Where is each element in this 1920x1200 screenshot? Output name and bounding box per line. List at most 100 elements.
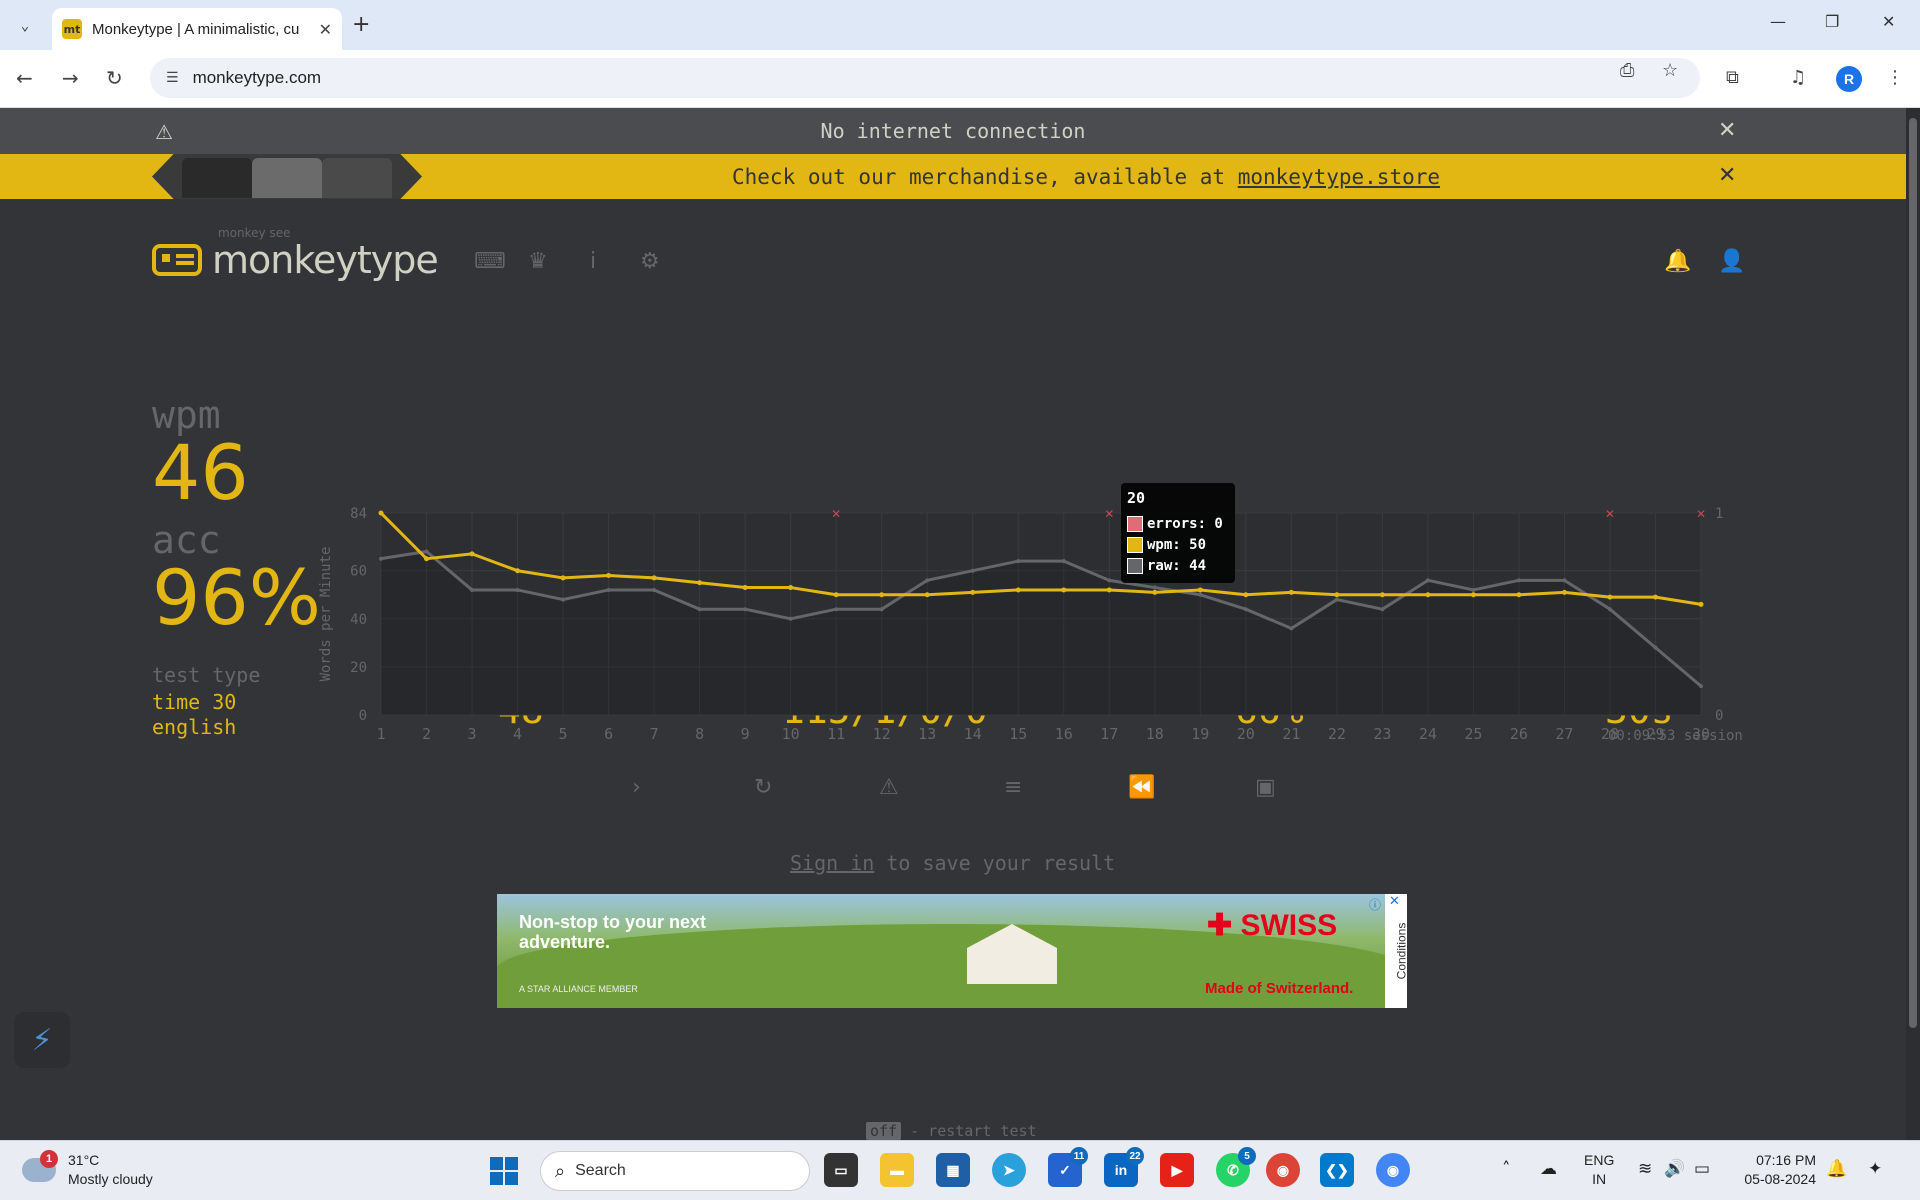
wpm-chart[interactable]: 1 2 3 4 5 6 7 8 9 10 11 12 13 14 15 16 17 18 19 20 21 22 23 24 2… bbox=[310, 493, 1740, 753]
whatsapp-icon[interactable]: ✆ 5 bbox=[1216, 1147, 1256, 1187]
todo-icon[interactable]: ✓ 11 bbox=[1048, 1147, 1088, 1187]
replay-icon[interactable]: ⏪ bbox=[1128, 775, 1155, 800]
x-tick-label: 3 bbox=[468, 725, 477, 743]
words-history-icon[interactable]: ≡ bbox=[1004, 775, 1022, 800]
ad-close-icon[interactable]: ✕ bbox=[1389, 894, 1400, 909]
raw-point bbox=[424, 549, 429, 554]
extensions-icon[interactable]: ⧉ bbox=[1726, 67, 1739, 88]
notification-bell-icon[interactable]: 🔔 bbox=[1826, 1159, 1847, 1179]
address-bar[interactable]: ☰ monkeytype.com bbox=[150, 58, 1700, 98]
crown-icon[interactable]: ♛ bbox=[528, 249, 548, 274]
task-view-icon[interactable]: ▭ bbox=[824, 1153, 858, 1187]
extension-bolt-icon[interactable]: ⚡ bbox=[14, 1012, 70, 1068]
merch-close-icon[interactable]: ✕ bbox=[1718, 163, 1736, 188]
raw-point bbox=[834, 607, 839, 612]
tray-expand-icon[interactable]: ˄ bbox=[1502, 1159, 1511, 1179]
signin-link[interactable]: Sign in bbox=[790, 851, 874, 875]
minimize-icon[interactable]: — bbox=[1770, 12, 1786, 31]
y-tick-label: 40 bbox=[350, 612, 367, 628]
keyboard-icon[interactable]: ⌨ bbox=[474, 249, 506, 274]
vscode-icon[interactable]: ❮❯ bbox=[1320, 1153, 1354, 1187]
wpm-point bbox=[1516, 592, 1522, 598]
linkedin-icon[interactable]: in 22 bbox=[1104, 1147, 1144, 1187]
notice-close-icon[interactable]: ✕ bbox=[1718, 118, 1736, 143]
install-app-icon[interactable]: ⎙ bbox=[1620, 60, 1634, 81]
wpm-point bbox=[742, 585, 748, 591]
x-tick-label: 13 bbox=[918, 725, 936, 743]
x-tick-label: 26 bbox=[1510, 725, 1528, 743]
weather-widget[interactable]: 1 31°C Mostly cloudy bbox=[22, 1150, 153, 1189]
language-indicator[interactable]: ENG IN bbox=[1584, 1151, 1614, 1189]
scroll-thumb[interactable] bbox=[1909, 118, 1917, 1028]
raw-point bbox=[1061, 559, 1066, 564]
profile-avatar[interactable]: R bbox=[1836, 66, 1862, 92]
screenshot-image-icon[interactable]: ▣ bbox=[1255, 775, 1276, 800]
browser-tab[interactable]: mt Monkeytype | A minimalistic, cu ✕ bbox=[52, 8, 342, 50]
back-icon[interactable]: ← bbox=[16, 66, 33, 90]
x-tick-label: 15 bbox=[1009, 725, 1027, 743]
merch-banner: Check out our merchandise, available at … bbox=[0, 154, 1906, 199]
x-tick-label: 6 bbox=[604, 725, 613, 743]
raw-point bbox=[743, 607, 748, 612]
wpm-point bbox=[879, 592, 885, 598]
x-tick-label: 17 bbox=[1100, 725, 1118, 743]
menu-icon[interactable]: ⋮ bbox=[1886, 67, 1904, 88]
wifi-icon[interactable]: ≋ bbox=[1638, 1159, 1652, 1179]
site-info-icon[interactable]: ☰ bbox=[166, 70, 179, 86]
error-marker: ✕ bbox=[831, 507, 841, 521]
merch-store-link[interactable]: monkeytype.store bbox=[1238, 165, 1440, 189]
windows-start-icon[interactable] bbox=[490, 1157, 518, 1185]
file-explorer-icon[interactable]: ▬ bbox=[880, 1153, 914, 1187]
raw-point bbox=[1425, 578, 1430, 583]
clock[interactable]: 07:16 PM 05-08-2024 bbox=[1736, 1151, 1816, 1189]
tab-close-icon[interactable]: ✕ bbox=[319, 20, 332, 39]
media-control-icon[interactable]: ♫ bbox=[1790, 67, 1806, 88]
logo[interactable]: monkey see monkeytype bbox=[152, 226, 439, 282]
tab-search-icon[interactable]: ⌄ bbox=[12, 13, 38, 39]
raw-point bbox=[1471, 587, 1476, 592]
hint-text: - restart test bbox=[901, 1122, 1037, 1140]
tooltip-wpm: wpm: 50 bbox=[1147, 536, 1207, 553]
url-text: monkeytype.com bbox=[192, 68, 322, 87]
ad-info-icon[interactable]: ⓘ bbox=[1369, 896, 1381, 913]
volume-icon[interactable]: 🔊 bbox=[1664, 1159, 1685, 1179]
swiss-ad[interactable]: Non-stop to your next adventure. A STAR … bbox=[497, 894, 1407, 1008]
x-tick-label: 16 bbox=[1055, 725, 1073, 743]
telegram-icon[interactable]: ➤ bbox=[992, 1153, 1026, 1187]
notifications-bell-icon[interactable]: 🔔 bbox=[1664, 249, 1691, 274]
copilot-icon[interactable]: ✦ bbox=[1868, 1159, 1882, 1179]
bookmark-star-icon[interactable]: ☆ bbox=[1662, 60, 1678, 81]
ad-conditions[interactable]: Conditions bbox=[1394, 923, 1407, 980]
wpm-point bbox=[378, 510, 384, 516]
account-icon[interactable]: 👤 bbox=[1718, 249, 1745, 274]
chrome-icon[interactable]: ◉ bbox=[1266, 1153, 1300, 1187]
taskbar-search[interactable]: ⌕ Search bbox=[540, 1151, 810, 1191]
youtube-icon[interactable]: ▶ bbox=[1160, 1153, 1194, 1187]
raw-point bbox=[515, 587, 520, 592]
todo-badge: 11 bbox=[1070, 1147, 1088, 1165]
temperature: 31°C bbox=[68, 1152, 100, 1168]
restart-icon[interactable]: ↻ bbox=[754, 775, 772, 800]
close-window-icon[interactable]: ✕ bbox=[1882, 12, 1895, 31]
practice-words-warning-icon[interactable]: ⚠ bbox=[879, 775, 899, 800]
y-tick-label: 84 bbox=[350, 506, 367, 522]
page-scrollbar[interactable] bbox=[1906, 108, 1920, 1140]
x-tick-label: 5 bbox=[559, 725, 568, 743]
ms-store-icon[interactable]: ▦ bbox=[936, 1153, 970, 1187]
onedrive-icon[interactable]: ☁ bbox=[1540, 1159, 1557, 1179]
chrome-profile-icon[interactable]: ◉ bbox=[1376, 1153, 1410, 1187]
clock-date: 05-08-2024 bbox=[1744, 1171, 1816, 1187]
reload-icon[interactable]: ↻ bbox=[106, 66, 123, 90]
x-tick-label: 19 bbox=[1191, 725, 1209, 743]
wpm-point bbox=[469, 551, 475, 557]
forward-icon[interactable]: → bbox=[62, 66, 79, 90]
wpm-point bbox=[1652, 594, 1658, 600]
logo-text-wrap: monkey see monkeytype bbox=[212, 226, 439, 282]
x-tick-label: 27 bbox=[1555, 725, 1573, 743]
next-test-icon[interactable]: › bbox=[632, 775, 641, 800]
settings-gear-icon[interactable]: ⚙ bbox=[640, 249, 660, 274]
info-icon[interactable]: i bbox=[590, 249, 596, 274]
restore-icon[interactable]: ❐ bbox=[1825, 12, 1839, 31]
battery-icon[interactable]: ▭ bbox=[1694, 1159, 1710, 1179]
new-tab-icon[interactable]: + bbox=[352, 12, 370, 37]
